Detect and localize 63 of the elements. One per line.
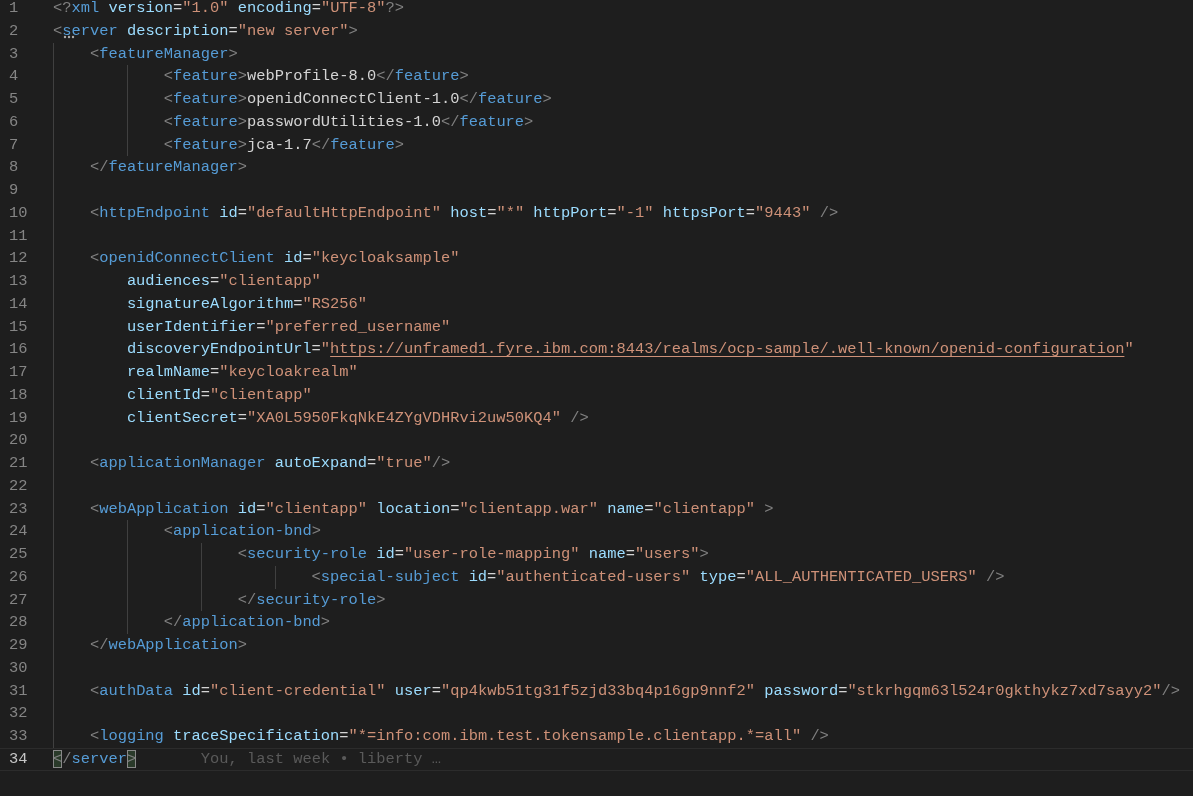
line-number: 33 bbox=[8, 726, 29, 747]
code-line: discoveryEndpointUrl="https://unframed1.fyre.ibm.com:8443/realms/ocp-sample/.well-known/openid-configuration" bbox=[125, 339, 1134, 361]
code-line: </featureManager> bbox=[88, 157, 247, 179]
line-number: 15 bbox=[8, 316, 29, 338]
code-line: </server> bbox=[53, 748, 137, 770]
line-number: 19 bbox=[8, 407, 29, 429]
line-number: 20 bbox=[8, 430, 29, 452]
code-line: <feature>webProfile-8.0</feature> bbox=[162, 66, 469, 88]
code-line: <webApplication id="clientapp" location="clientapp.war" name="clientapp" > bbox=[88, 498, 774, 520]
code-line: userIdentifier="preferred_username" bbox=[125, 316, 451, 338]
code-line: <application-bnd> bbox=[162, 521, 321, 543]
line-number: 23 bbox=[8, 498, 29, 520]
line-number: 1 bbox=[8, 0, 20, 19]
line-number: 21 bbox=[8, 453, 29, 474]
line-number: 3 bbox=[8, 43, 20, 65]
code-line: <security-role id="user-role-mapping" name="users"> bbox=[236, 544, 709, 565]
code-line: <special-subject id="authenticated-users" type="ALL_AUTHENTICATED_USERS" /> bbox=[310, 566, 1005, 588]
code-line: clientId="clientapp" bbox=[125, 384, 312, 406]
line-number: 7 bbox=[8, 134, 20, 156]
line-number: 6 bbox=[8, 111, 20, 133]
code-line: signatureAlgorithm="RS256" bbox=[125, 293, 368, 315]
code-line: <featureManager> bbox=[88, 43, 238, 65]
line-number: 10 bbox=[8, 202, 29, 224]
code-line: </webApplication> bbox=[88, 635, 247, 656]
line-number: 18 bbox=[8, 384, 29, 406]
line-number: 17 bbox=[8, 362, 29, 383]
code-line: <logging traceSpecification="*=info:com.ibm.test.tokensample.clientapp.*=all" /> bbox=[88, 726, 829, 747]
line-number: 32 bbox=[8, 703, 29, 725]
line-number: 26 bbox=[8, 566, 29, 588]
code-line: <server description="new server"> bbox=[53, 20, 358, 42]
code-line: <feature>passwordUtilities-1.0</feature> bbox=[162, 111, 534, 133]
blame-annotation: You, last week • liberty … bbox=[200, 749, 441, 768]
code-line: <authData id="client-credential" user="qp4kwb51tg31f5zjd33bq4p16gp9nnf2" password="stkrhgqm63l524r0gkthykz7xd7sayy2"/> bbox=[88, 680, 1180, 702]
line-number: 28 bbox=[8, 612, 29, 634]
line-number: 9 bbox=[8, 180, 20, 201]
line-number: 31 bbox=[8, 680, 29, 702]
line-number: 11 bbox=[8, 225, 29, 247]
line-number: 12 bbox=[8, 248, 29, 270]
code-line: <openidConnectClient id="keycloaksample" bbox=[88, 248, 460, 270]
code-line: audiences="clientapp" bbox=[125, 271, 321, 292]
line-number: 4 bbox=[8, 66, 20, 88]
code-line: </application-bnd> bbox=[162, 612, 331, 634]
line-number: 13 bbox=[8, 271, 29, 292]
code-line: <httpEndpoint id="defaultHttpEndpoint" host="*" httpPort="-1" httpsPort="9443" /> bbox=[88, 202, 839, 224]
code-line: <applicationManager autoExpand="true"/> bbox=[88, 453, 451, 474]
line-number: 30 bbox=[8, 657, 29, 679]
line-number: 14 bbox=[8, 293, 29, 315]
line-number: 16 bbox=[8, 339, 29, 361]
code-line: <feature>jca-1.7</feature> bbox=[162, 134, 405, 156]
code-line: clientSecret="XA0L5950FkqNkE4ZYgVDHRvi2uw50KQ4" /> bbox=[125, 407, 589, 429]
line-number: 27 bbox=[8, 589, 29, 611]
line-number: 22 bbox=[8, 475, 29, 497]
line-number: 25 bbox=[8, 544, 29, 565]
line-number: 2 bbox=[8, 20, 20, 42]
line-number: 29 bbox=[8, 635, 29, 656]
line-number: 34 bbox=[8, 748, 29, 770]
code-line: <?xml version="1.0" encoding="UTF-8"?> bbox=[53, 0, 405, 19]
code-line: realmName="keycloakrealm" bbox=[125, 362, 358, 383]
code-line: <feature>openidConnectClient-1.0</feature> bbox=[162, 89, 552, 110]
line-number: 24 bbox=[8, 521, 29, 543]
line-number: 8 bbox=[8, 157, 20, 179]
code-line: </security-role> bbox=[236, 589, 386, 611]
line-number: 5 bbox=[8, 89, 20, 110]
